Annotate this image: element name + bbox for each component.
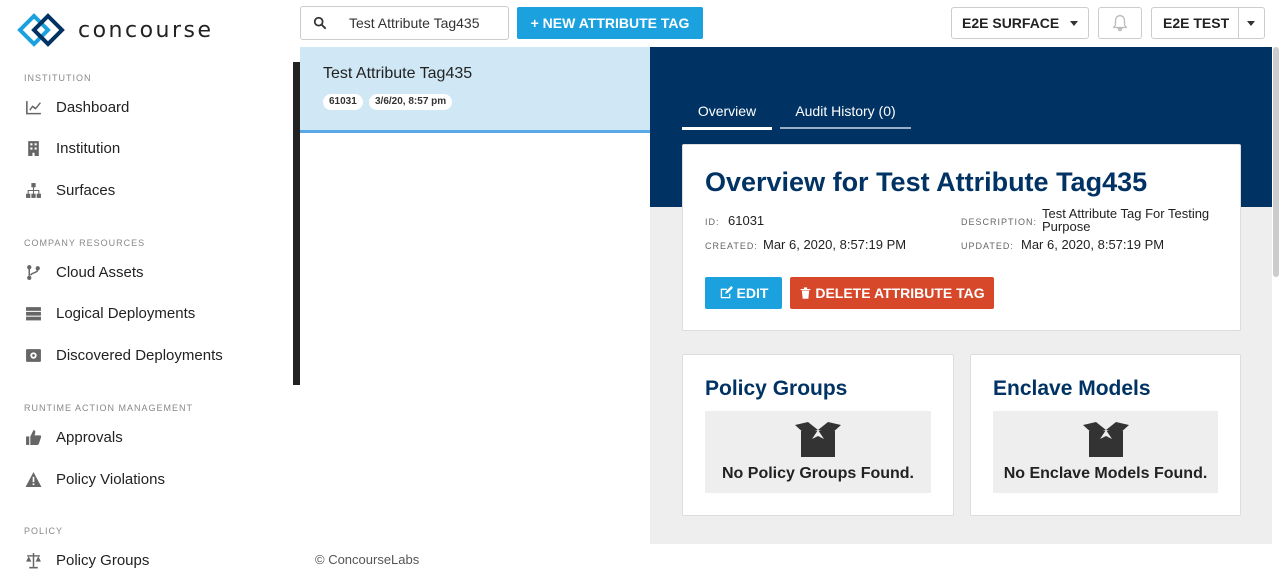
open-box-icon <box>1082 422 1129 457</box>
caret-down-icon <box>1070 21 1078 26</box>
concourse-logo-icon <box>17 13 65 47</box>
sitemap-icon <box>24 181 42 199</box>
sidebar-item-dashboard[interactable]: Dashboard <box>24 98 129 116</box>
copyright-text: © ConcourseLabs <box>315 552 420 567</box>
updated-value: Mar 6, 2020, 8:57:19 PM <box>1021 237 1165 252</box>
footer: © ConcourseLabs <box>300 544 1280 574</box>
description-label: DESCRIPTION: <box>961 217 1038 227</box>
detail-panel: Overview Audit History (0) Overview for … <box>650 47 1272 544</box>
policy-groups-empty-state: No Policy Groups Found. <box>705 411 931 493</box>
overview-card: Overview for Test Attribute Tag435 ID: 6… <box>682 144 1241 331</box>
warning-icon <box>24 470 42 488</box>
sidebar-item-approvals[interactable]: Approvals <box>24 428 123 446</box>
sidebar-item-cloud-assets[interactable]: Cloud Assets <box>24 263 144 281</box>
open-box-icon <box>795 422 841 457</box>
radar-icon <box>24 346 42 364</box>
created-label: CREATED: <box>705 241 758 251</box>
user-dropdown-label: E2E TEST <box>1163 15 1230 31</box>
sidebar-item-label: Logical Deployments <box>56 304 196 322</box>
tab-audit-history[interactable]: Audit History (0) <box>780 103 911 129</box>
policy-groups-empty-text: No Policy Groups Found. <box>722 465 914 482</box>
caret-down-icon <box>1247 21 1255 26</box>
search-box[interactable] <box>300 6 509 40</box>
section-runtime-action-management: RUNTIME ACTION MANAGEMENT <box>24 403 194 413</box>
branch-icon <box>24 263 42 281</box>
dropdown-separator <box>1238 8 1239 38</box>
section-policy: POLICY <box>24 526 64 536</box>
enclave-models-empty-text: No Enclave Models Found. <box>1003 465 1208 482</box>
search-icon <box>313 16 327 30</box>
search-input[interactable] <box>349 15 499 31</box>
sidebar-item-label: Surfaces <box>56 181 116 199</box>
sidebar-item-label: Dashboard <box>56 98 130 116</box>
sidebar-item-label: Institution <box>56 139 121 157</box>
sidebar-item-label: Approvals <box>56 428 123 446</box>
enclave-models-card: Enclave Models No Enclave Models Found. <box>970 354 1241 516</box>
delete-button-label: DELETE ATTRIBUTE TAG <box>815 285 985 301</box>
sidebar-item-label: Discovered Deployments <box>56 346 223 364</box>
updated-label: UPDATED: <box>961 241 1014 251</box>
bell-icon <box>1112 15 1128 32</box>
sidebar-item-logical-deployments[interactable]: Logical Deployments <box>24 304 195 322</box>
id-value: 61031 <box>728 213 765 228</box>
delete-attribute-tag-button[interactable]: DELETE ATTRIBUTE TAG <box>790 277 994 309</box>
scrollbar-thumb[interactable] <box>1273 47 1279 277</box>
tab-overview[interactable]: Overview <box>682 103 772 130</box>
sidebar-item-label: Cloud Assets <box>56 263 144 281</box>
sidebar-item-surfaces[interactable]: Surfaces <box>24 181 115 199</box>
sidebar-item-discovered-deployments[interactable]: Discovered Deployments <box>24 346 223 364</box>
policy-groups-card: Policy Groups No Policy Groups Found. <box>682 354 954 516</box>
overview-title: Overview for Test Attribute Tag435 <box>705 167 1148 197</box>
id-label: ID: <box>705 217 720 227</box>
sidebar-item-institution[interactable]: Institution <box>24 139 120 157</box>
detail-scrollbar[interactable] <box>1272 47 1280 544</box>
logo[interactable]: concourse <box>16 12 214 48</box>
enclave-models-empty-state: No Enclave Models Found. <box>993 411 1218 493</box>
list-item[interactable]: Test Attribute Tag435 61031 3/6/20, 8:57… <box>300 47 650 133</box>
enclave-models-title: Enclave Models <box>993 377 1151 400</box>
sidebar-item-label: Policy Violations <box>56 470 165 488</box>
list-item-title: Test Attribute Tag435 <box>323 65 473 82</box>
chart-line-icon <box>24 98 42 116</box>
edit-button[interactable]: EDIT <box>705 277 782 309</box>
id-chip: 61031 <box>323 94 363 110</box>
building-icon <box>24 139 42 157</box>
policy-groups-title: Policy Groups <box>705 377 848 400</box>
sidebar: concourse INSTITUTION Dashboard Institut… <box>0 0 293 574</box>
section-company-resources: COMPANY RESOURCES <box>24 238 146 248</box>
top-bar: + NEW ATTRIBUTE TAG E2E SURFACE E2E TEST <box>300 0 1280 47</box>
notifications-button[interactable] <box>1098 7 1142 39</box>
attribute-tag-list: Test Attribute Tag435 61031 3/6/20, 8:57… <box>300 47 650 544</box>
edit-icon <box>720 286 733 299</box>
edit-button-label: EDIT <box>736 285 769 301</box>
user-dropdown[interactable]: E2E TEST <box>1151 7 1265 39</box>
created-value: Mar 6, 2020, 8:57:19 PM <box>763 237 907 252</box>
date-chip: 3/6/20, 8:57 pm <box>369 94 453 110</box>
server-icon <box>24 304 42 322</box>
sidebar-item-policy-groups[interactable]: Policy Groups <box>24 551 149 569</box>
sidebar-scrollbar[interactable] <box>293 62 300 385</box>
new-attribute-tag-button[interactable]: + NEW ATTRIBUTE TAG <box>517 7 703 39</box>
logo-text: concourse <box>78 17 214 43</box>
sidebar-item-label: Policy Groups <box>56 551 150 569</box>
sidebar-item-policy-violations[interactable]: Policy Violations <box>24 470 165 488</box>
thumbs-up-icon <box>24 428 42 446</box>
description-value: Test Attribute Tag For Testing Purpose <box>1042 206 1210 234</box>
surface-dropdown[interactable]: E2E SURFACE <box>951 7 1089 39</box>
surface-dropdown-label: E2E SURFACE <box>962 15 1060 31</box>
section-institution: INSTITUTION <box>24 73 92 83</box>
balance-scale-icon <box>24 551 42 569</box>
trash-icon <box>800 287 811 299</box>
